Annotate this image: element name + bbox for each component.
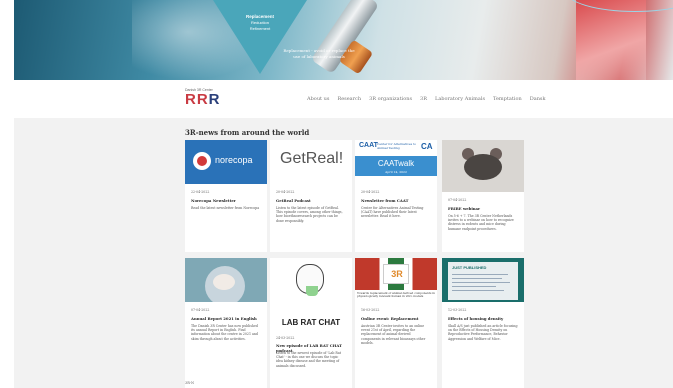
news-card-desc: On 5-6 + 7. The 3R Center Netherlands in… — [448, 214, 514, 231]
news-card[interactable]: 3R Towards replacement of animal derived… — [355, 258, 437, 388]
news-card-date: 07-04-2022 — [191, 308, 210, 312]
page: Replacement Reduction Refinement Replace… — [0, 0, 673, 388]
news-card[interactable]: norecopa 22-04-2022 Norecopa Newsletter … — [185, 140, 267, 252]
news-card-title: GetReal Podcast — [276, 198, 311, 203]
news-card-date: 24-03-2022 — [276, 336, 295, 340]
nav-temptation[interactable]: Temptation — [493, 96, 522, 102]
news-section: 3R-news from around the world norecopa 2… — [14, 118, 673, 388]
main-nav: About us Research 3R organizations 3R La… — [307, 96, 546, 102]
nav-dansk[interactable]: Dansk — [530, 96, 546, 102]
news-card-title: Newsletter from CAAT — [361, 198, 409, 203]
caat-banner: CAAT Center for Alternatives to Animal T… — [355, 140, 437, 184]
hero-banner: Replacement Reduction Refinement Replace… — [14, 0, 673, 80]
news-card-date: 16-03-2022 — [361, 308, 380, 312]
lab-rat-chat-logo: LAB RAT CHAT — [270, 258, 352, 332]
hero-line-reduction: Reduction — [250, 20, 269, 25]
news-card-title: Effects of housing density — [448, 316, 504, 321]
hero-triangle — [213, 0, 307, 74]
news-card-desc: Listen to the latest episode of GetReal.… — [276, 206, 343, 223]
news-card-title: Online event: Replacement — [361, 316, 419, 321]
news-card-desc: Austrian 3R Center invites to an online … — [361, 324, 426, 345]
site-logo[interactable]: Danish 3R Center RRR — [185, 88, 221, 110]
norecopa-logo: norecopa — [185, 140, 267, 184]
getreal-logo: GetReal! — [270, 140, 352, 184]
news-card-title: Norecopa Newsletter — [191, 198, 236, 203]
nav-3r[interactable]: 3R — [420, 96, 427, 102]
news-card-date: 20-04-2022 — [361, 190, 380, 194]
rat-photo — [185, 258, 267, 302]
austrian-3r-banner: 3R Towards replacement of animal derived… — [355, 258, 437, 304]
news-card-date: 22-04-2022 — [191, 190, 210, 194]
news-card[interactable]: 07-04-2022 FRIRE webinar On 5-6 + 7. The… — [442, 140, 524, 252]
norecopa-badge-icon — [193, 152, 211, 170]
news-card[interactable]: 07-04-2022 Annual Report 2021 in English… — [185, 258, 267, 388]
news-card-title: Annual Report 2021 in English — [191, 316, 257, 321]
paper-published-image: JUST PUBLISHED — [442, 258, 524, 302]
news-card-date: 12-03-2022 — [448, 308, 467, 312]
news-card-title: FRIRE webinar — [448, 206, 481, 211]
news-card-desc: Read the latest newsletter from Norecopa — [191, 206, 260, 210]
flask-icon — [306, 286, 318, 296]
news-card-desc: Listen to the newest episode of 'Lab Rat… — [276, 351, 342, 368]
news-card[interactable]: JUST PUBLISHED 12-03-2022 Effects of hou… — [442, 258, 524, 388]
nav-research[interactable]: Research — [337, 96, 361, 102]
nav-about-us[interactable]: About us — [307, 96, 329, 102]
hero-caption: Replacement - avoid or replace the use o… — [283, 48, 355, 59]
nav-laboratory-animals[interactable]: Laboratory Animals — [435, 96, 485, 102]
news-card-desc: Skall A/S just published an article focu… — [448, 324, 518, 341]
news-card[interactable]: CAAT Center for Alternatives to Animal T… — [355, 140, 437, 252]
nav-3r-organizations[interactable]: 3R organizations — [369, 96, 412, 102]
news-card-desc: Center for Alternatives Animal Testing (… — [361, 206, 424, 219]
hero-line-refinement: Refinement — [249, 26, 271, 31]
logo-mark: RRR — [185, 91, 221, 108]
mouse-photo — [442, 140, 524, 192]
news-card-date: 20-04-2022 — [276, 190, 295, 194]
gloves-image — [576, 0, 646, 80]
news-card-date: 07-04-2022 — [448, 198, 467, 202]
news-card[interactable]: GetReal! 20-04-2022 GetReal Podcast List… — [270, 140, 352, 252]
news-card-desc: The Danish 3R Center has now published i… — [191, 324, 258, 341]
hero-triangle-text: Replacement Reduction Refinement — [232, 14, 288, 32]
news-section-title: 3R-news from around the world — [185, 128, 310, 137]
section-footer-label: 3R-N — [185, 381, 195, 385]
news-card[interactable]: LAB RAT CHAT 24-03-2022 New episode of L… — [270, 258, 352, 388]
